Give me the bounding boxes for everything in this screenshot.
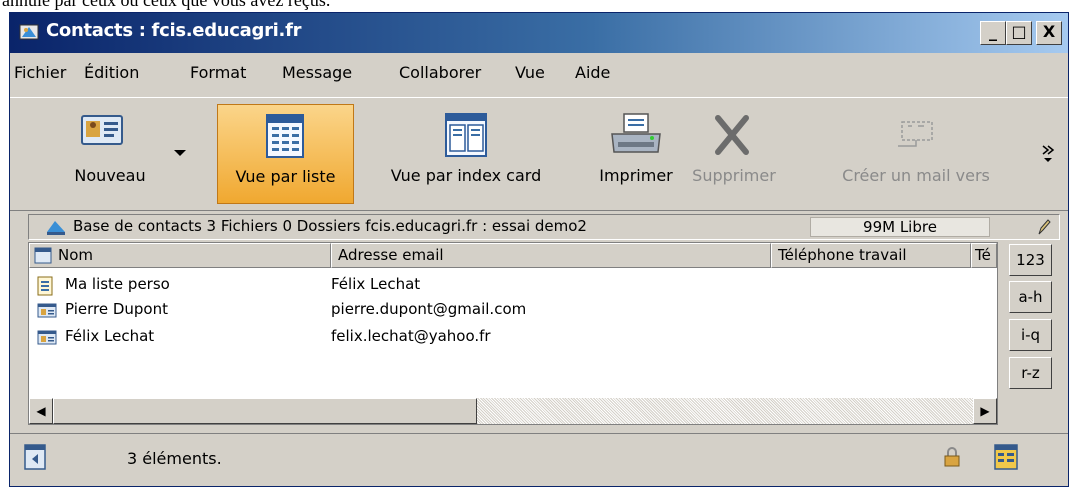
- column-header-more[interactable]: Té: [971, 243, 997, 268]
- card-view-icon: [445, 113, 487, 157]
- title-bar[interactable]: Contacts : fcis.educagri.fr _ □ X: [10, 13, 1068, 53]
- menu-aide[interactable]: Aide: [575, 63, 610, 82]
- menu-message[interactable]: Message: [282, 63, 352, 82]
- contacts-window: Contacts : fcis.educagri.fr _ □ X Fichie…: [9, 12, 1069, 487]
- new-label: Nouveau: [74, 166, 146, 185]
- alpha-filter-a-h[interactable]: a-h: [1009, 281, 1052, 313]
- status-text: 3 éléments.: [127, 449, 222, 468]
- side-panel-icon[interactable]: [24, 444, 46, 470]
- alpha-filter-r-z[interactable]: r-z: [1009, 357, 1052, 389]
- column-header-nom[interactable]: Nom: [29, 243, 331, 268]
- contact-card-icon: [37, 330, 57, 345]
- toolbar: Nouveau Vue par liste Vue par index card…: [10, 97, 1068, 211]
- column-options-icon: [34, 247, 52, 264]
- alpha-filter-i-q[interactable]: i-q: [1009, 319, 1052, 351]
- list-view-icon: [266, 114, 304, 158]
- card-view-button[interactable]: Vue par index card: [366, 104, 566, 204]
- overflow-chevron-icon: [1042, 145, 1055, 162]
- pencil-icon[interactable]: [1035, 218, 1051, 236]
- maximize-button[interactable]: □: [1006, 21, 1032, 45]
- mail-icon: [898, 121, 933, 147]
- caption-text: annulé par ceux ou ceux que vous avez re…: [2, 0, 331, 10]
- list-view-label: Vue par liste: [235, 167, 336, 186]
- toolbar-overflow-button[interactable]: [1038, 104, 1058, 204]
- print-button[interactable]: Imprimer: [588, 104, 684, 204]
- card-view-label: Vue par index card: [390, 166, 542, 185]
- contacts-panel: Base de contacts 3 Fichiers 0 Dossiers f…: [18, 211, 1060, 426]
- delete-icon: [715, 115, 749, 155]
- table-row[interactable]: Pierre Dupont pierre.dupont@gmail.com: [29, 298, 997, 322]
- menu-fichier[interactable]: Fichier: [14, 63, 66, 82]
- scroll-thumb[interactable]: [53, 398, 477, 424]
- contact-name: Félix Lechat: [65, 327, 155, 345]
- minimize-button[interactable]: _: [980, 21, 1006, 45]
- contact-card-icon: [81, 115, 123, 145]
- contact-card-icon: [37, 303, 57, 318]
- menu-edition[interactable]: Édition: [84, 63, 139, 82]
- contact-email: pierre.dupont@gmail.com: [331, 300, 527, 318]
- column-label-nom: Nom: [58, 246, 94, 264]
- table-row[interactable]: Félix Lechat felix.lechat@yahoo.fr: [29, 325, 997, 349]
- horizontal-scrollbar[interactable]: ◀ ▶: [29, 398, 997, 424]
- column-header-phone[interactable]: Téléphone travail: [771, 243, 971, 268]
- new-dropdown[interactable]: [170, 104, 194, 204]
- alpha-filter-123[interactable]: 123: [1009, 244, 1052, 276]
- menu-collaborer[interactable]: Collaborer: [399, 63, 481, 82]
- column-label-email: Adresse email: [338, 246, 444, 264]
- chevron-down-icon: [174, 150, 186, 156]
- contacts-list: Nom Adresse email Téléphone travail Té M…: [28, 242, 998, 425]
- scroll-left-button[interactable]: ◀: [29, 398, 53, 424]
- table-row[interactable]: Ma liste perso Félix Lechat: [29, 273, 997, 297]
- list-icon: [37, 276, 53, 296]
- info-text: Base de contacts 3 Fichiers 0 Dossiers f…: [73, 217, 587, 235]
- address-book-icon: [47, 221, 65, 235]
- lock-icon: [944, 447, 960, 467]
- new-button[interactable]: Nouveau: [50, 104, 170, 204]
- contact-name: Ma liste perso: [65, 275, 170, 293]
- status-bar: 3 éléments.: [10, 433, 1068, 486]
- delete-button[interactable]: Supprimer: [684, 104, 784, 204]
- contact-email: Félix Lechat: [331, 275, 421, 293]
- menu-format[interactable]: Format: [190, 63, 246, 82]
- list-header: Nom Adresse email Téléphone travail Té: [29, 243, 997, 268]
- create-mail-button[interactable]: Créer un mail vers: [816, 104, 1016, 204]
- menu-vue[interactable]: Vue: [515, 63, 545, 82]
- print-label: Imprimer: [599, 166, 673, 185]
- list-view-button[interactable]: Vue par liste: [217, 104, 354, 204]
- app-icon: [19, 24, 39, 40]
- column-header-email[interactable]: Adresse email: [331, 243, 771, 268]
- contact-email: felix.lechat@yahoo.fr: [331, 327, 491, 345]
- delete-label: Supprimer: [692, 166, 776, 185]
- info-bar: Base de contacts 3 Fichiers 0 Dossiers f…: [28, 214, 1060, 240]
- printer-icon: [611, 113, 661, 153]
- menu-bar: Fichier Édition Format Message Collabore…: [10, 53, 1068, 95]
- contact-name: Pierre Dupont: [65, 300, 168, 318]
- card-panel-icon[interactable]: [994, 444, 1018, 470]
- create-mail-label: Créer un mail vers: [842, 166, 990, 185]
- free-space: 99M Libre: [810, 217, 990, 237]
- close-button[interactable]: X: [1036, 21, 1062, 45]
- window-title: Contacts : fcis.educagri.fr: [46, 20, 302, 41]
- column-label-more: Té: [975, 246, 991, 264]
- scroll-right-button[interactable]: ▶: [973, 398, 997, 424]
- column-label-phone: Téléphone travail: [778, 246, 907, 264]
